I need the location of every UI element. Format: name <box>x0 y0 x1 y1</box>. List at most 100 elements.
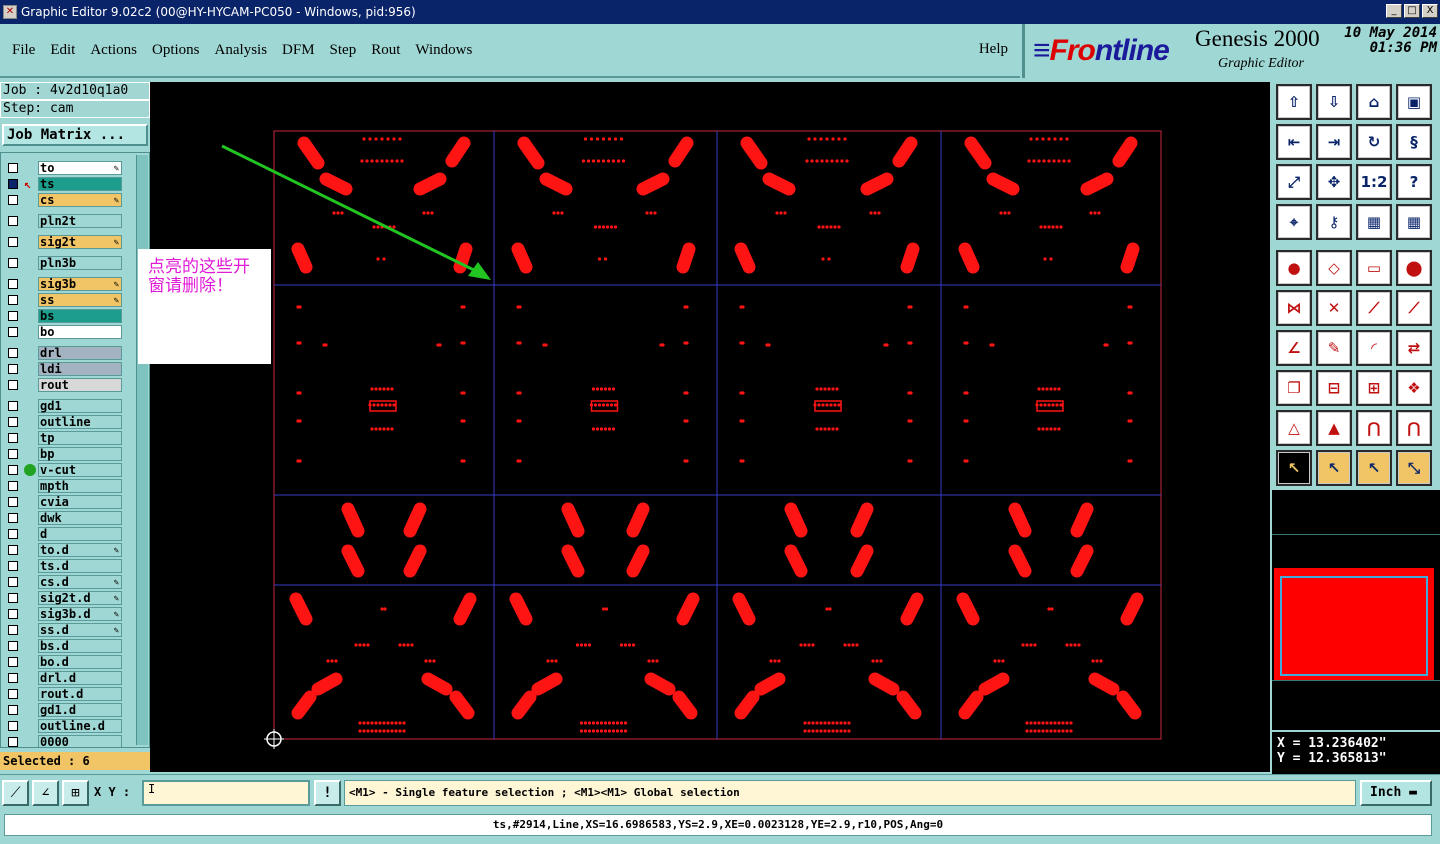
layer-checkbox[interactable] <box>8 295 18 305</box>
minimize-button[interactable]: _ <box>1386 4 1402 18</box>
layer-row[interactable]: d <box>4 527 122 541</box>
overview-viewport[interactable] <box>1280 576 1428 676</box>
line-icon[interactable]: ⟋ <box>1356 290 1392 326</box>
layer-row[interactable]: 0000 <box>4 735 122 747</box>
layer-row[interactable]: gd1 <box>4 399 122 413</box>
layer-checkbox[interactable] <box>8 380 18 390</box>
alert-icon[interactable]: ! <box>314 780 341 806</box>
zoom-out-icon[interactable]: ⇤ <box>1276 124 1312 160</box>
arch2-icon[interactable]: ⋂ <box>1396 410 1432 446</box>
layer-checkbox[interactable] <box>8 327 18 337</box>
layer-name[interactable]: 0000 <box>38 735 122 747</box>
layer-checkbox[interactable] <box>8 721 18 731</box>
layer-name[interactable]: bp <box>38 447 122 461</box>
unit-selector[interactable]: Inch ▬ <box>1360 780 1432 806</box>
layer-row[interactable]: bs <box>4 309 122 323</box>
zoom-window-icon[interactable]: ▣ <box>1396 84 1432 120</box>
layer-checkbox[interactable] <box>8 364 18 374</box>
layer-checkbox[interactable] <box>8 625 18 635</box>
layer-checkbox[interactable] <box>8 258 18 268</box>
layer-name[interactable]: sig2t.d ✎ <box>38 591 122 605</box>
mirror-icon[interactable]: ⇄ <box>1396 330 1432 366</box>
layer-checkbox[interactable] <box>8 216 18 226</box>
layer-checkbox[interactable] <box>8 311 18 321</box>
layer-row[interactable]: tp <box>4 431 122 445</box>
layer-scrollbar[interactable] <box>136 155 148 745</box>
menu-rout[interactable]: Rout <box>371 42 400 59</box>
layer-name[interactable]: ss.d ✎ <box>38 623 122 637</box>
split-icon[interactable]: ⊟ <box>1316 370 1352 406</box>
layer-row[interactable]: cs ✎ <box>4 193 122 207</box>
layer-row[interactable]: cvia <box>4 495 122 509</box>
angle-icon[interactable]: ∠ <box>1276 330 1312 366</box>
menu-analysis[interactable]: Analysis <box>215 42 268 59</box>
layer-row[interactable]: sig2t.d ✎ <box>4 591 122 605</box>
job-matrix-button[interactable]: Job Matrix ... <box>2 124 148 146</box>
layer-row[interactable]: sig3b ✎ <box>4 277 122 291</box>
close-button[interactable]: X <box>1422 4 1438 18</box>
overview-map[interactable] <box>1272 490 1440 730</box>
layer-checkbox[interactable] <box>8 348 18 358</box>
layer-name[interactable]: v-cut <box>38 463 122 477</box>
layer-checkbox[interactable] <box>8 705 18 715</box>
fit-icon[interactable]: ⤢ <box>1276 164 1312 200</box>
menu-step[interactable]: Step <box>330 42 357 59</box>
snap-icon[interactable]: § <box>1396 124 1432 160</box>
layer-row[interactable]: ss ✎ <box>4 293 122 307</box>
arc-icon[interactable]: ◜ <box>1356 330 1392 366</box>
triangle-icon[interactable]: △ <box>1276 410 1312 446</box>
layer-name[interactable]: cs ✎ <box>38 193 122 207</box>
layer-row[interactable]: ss.d ✎ <box>4 623 122 637</box>
layer-row[interactable]: outline.d <box>4 719 122 733</box>
layer-name[interactable]: sig2t ✎ <box>38 235 122 249</box>
snap-icon[interactable]: ⟋ <box>2 780 29 806</box>
layer-checkbox[interactable] <box>8 163 18 173</box>
layer-name[interactable]: ts.d <box>38 559 122 573</box>
home-icon[interactable]: ⇧ <box>1276 84 1312 120</box>
circle-icon[interactable]: ⬤ <box>1396 250 1432 286</box>
grid-icon[interactable]: ⊞ <box>1356 370 1392 406</box>
xy-input[interactable]: I <box>142 780 310 806</box>
layer-name[interactable]: mpth <box>38 479 122 493</box>
menu-dfm[interactable]: DFM <box>282 42 315 59</box>
key-icon[interactable]: ⚷ <box>1316 204 1352 240</box>
grid-icon[interactable]: ⊞ <box>62 780 89 806</box>
layer-checkbox[interactable] <box>8 513 18 523</box>
layer-checkbox[interactable] <box>8 497 18 507</box>
group-icon[interactable]: ❖ <box>1396 370 1432 406</box>
layer-row[interactable]: sig2t ✎ <box>4 235 122 249</box>
ratio-icon[interactable]: 1:2 <box>1356 164 1392 200</box>
layer-name[interactable]: pln3b <box>38 256 122 270</box>
layer-name[interactable]: bo.d <box>38 655 122 669</box>
menu-edit[interactable]: Edit <box>50 42 75 59</box>
layer-row[interactable]: bs.d <box>4 639 122 653</box>
layer-name[interactable]: dwk <box>38 511 122 525</box>
node-icon[interactable]: ⋈ <box>1276 290 1312 326</box>
layer-checkbox[interactable] <box>8 433 18 443</box>
layer-checkbox[interactable] <box>8 449 18 459</box>
copy-icon[interactable]: ❐ <box>1276 370 1312 406</box>
layer-row[interactable]: to.d ✎ <box>4 543 122 557</box>
menu-file[interactable]: File <box>12 42 35 59</box>
layer-name[interactable]: outline.d <box>38 719 122 733</box>
layer-checkbox[interactable] <box>8 641 18 651</box>
help-icon[interactable]: ? <box>1396 164 1432 200</box>
layer-name[interactable]: gd1 <box>38 399 122 413</box>
select-icon[interactable]: ↖ <box>1276 450 1312 486</box>
layer-row[interactable]: cs.d ✎ <box>4 575 122 589</box>
layer-checkbox[interactable] <box>8 561 18 571</box>
layer-row[interactable]: bo <box>4 325 122 339</box>
layer-checkbox[interactable] <box>8 179 18 189</box>
layer-name[interactable]: drl <box>38 346 122 360</box>
layer-row[interactable]: gd1.d <box>4 703 122 717</box>
menu-options[interactable]: Options <box>152 42 200 59</box>
layer-row[interactable]: ts.d <box>4 559 122 573</box>
layer-row[interactable]: to ✎ <box>4 161 122 175</box>
layer-checkbox[interactable] <box>8 593 18 603</box>
select4-icon[interactable]: ⤡ <box>1396 450 1432 486</box>
layer-row[interactable]: pln2t <box>4 214 122 228</box>
layer-checkbox[interactable] <box>8 657 18 667</box>
layer-checkbox[interactable] <box>8 417 18 427</box>
line2-icon[interactable]: ⟋ <box>1396 290 1432 326</box>
layer-row[interactable]: pln3b <box>4 256 122 270</box>
